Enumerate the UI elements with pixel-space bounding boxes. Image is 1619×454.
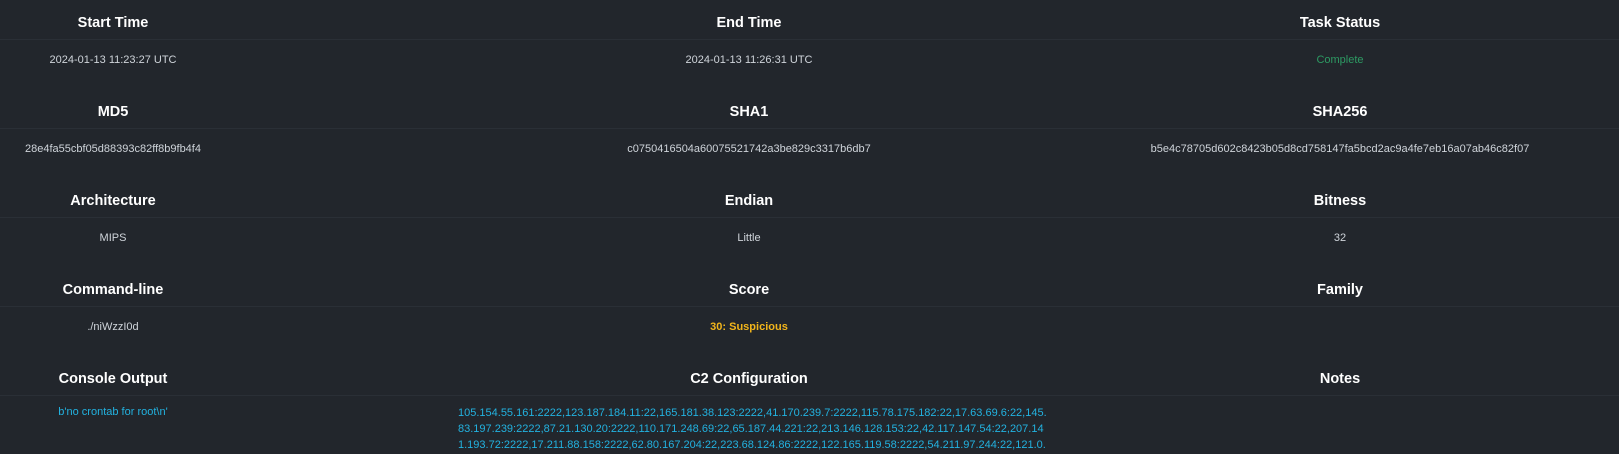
task-details-grid: Start Time End Time Task Status 2024-01-… — [0, 0, 1619, 452]
command-line-header: Command-line — [0, 267, 226, 307]
sha256-value: b5e4c78705d602c8423b05d8cd758147fa5bcd2a… — [1150, 143, 1530, 155]
md5-value: 28e4fa55cbf05d88393c82ff8b9fb4f4 — [25, 143, 201, 155]
architecture-header: Architecture — [0, 178, 226, 218]
command-line-value: ./niWzzI0d — [87, 321, 139, 333]
bitness-header: Bitness — [1061, 178, 1619, 218]
start-time-header: Start Time — [0, 0, 226, 40]
family-header: Family — [1061, 267, 1619, 307]
c2-configuration-value: 105.154.55.161:2222,123.187.184.11:22,16… — [458, 407, 1047, 451]
task-status-value: Complete — [1316, 54, 1364, 66]
bitness-value: 32 — [1333, 232, 1347, 244]
task-status-header: Task Status — [1061, 0, 1619, 40]
architecture-value: MIPS — [99, 232, 127, 244]
sha256-header: SHA256 — [1061, 89, 1619, 129]
start-time-value: 2024-01-13 11:23:27 UTC — [49, 54, 177, 66]
console-output-header: Console Output — [0, 356, 226, 396]
notes-header: Notes — [1061, 356, 1619, 396]
notes-value — [1061, 396, 1619, 445]
console-output-value: b'no crontab for root\n' — [58, 406, 168, 418]
family-value — [1061, 307, 1619, 356]
md5-header: MD5 — [0, 89, 226, 129]
